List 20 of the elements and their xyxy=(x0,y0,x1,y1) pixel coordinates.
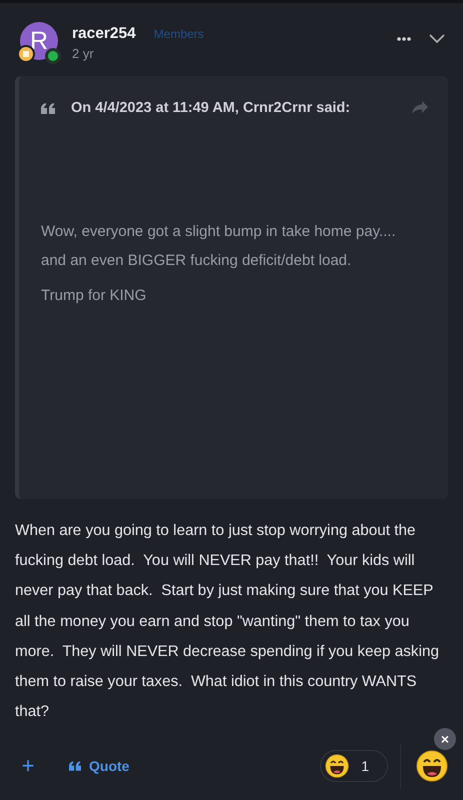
reaction-count-button[interactable]: 1 xyxy=(320,750,388,782)
remove-reaction-button[interactable]: × xyxy=(434,728,456,750)
more-icon xyxy=(397,37,411,41)
quote-attribution: On 4/4/2023 at 11:49 AM, Crnr2Crnr said: xyxy=(71,100,352,116)
collapse-button[interactable] xyxy=(429,34,445,44)
quote-icon xyxy=(69,761,81,771)
chevron-down-icon xyxy=(429,34,445,44)
quote-text: and an even BIGGER fucking deficit/debt load. xyxy=(41,252,352,270)
quote-text: Trump for KING xyxy=(41,287,148,305)
quote-icon xyxy=(41,102,55,114)
add-button[interactable]: + xyxy=(19,753,37,779)
member-group: Members xyxy=(154,27,204,41)
quote-button[interactable]: Quote xyxy=(69,758,130,774)
laughing-emoji-icon xyxy=(325,754,350,778)
username[interactable]: racer254 xyxy=(72,25,136,43)
post-time: 2 yr xyxy=(72,46,95,61)
post-text: When are you going to learn to just stop worrying about the fucking debt load. You will NEVER pay that!! Your kids will never pay that back. Start by just making sure that you KEEP all the money you earn and stop "wanting" them to tax you more. They will NEVER decrease spending if you keep asking them to raise your taxes. What idiot in this country WANTS that? xyxy=(15,521,440,722)
more-options-button[interactable] xyxy=(397,37,411,41)
laughing-emoji-icon xyxy=(416,750,448,782)
quote-text: Wow, everyone got a slight bump in take home pay.... xyxy=(41,223,397,241)
